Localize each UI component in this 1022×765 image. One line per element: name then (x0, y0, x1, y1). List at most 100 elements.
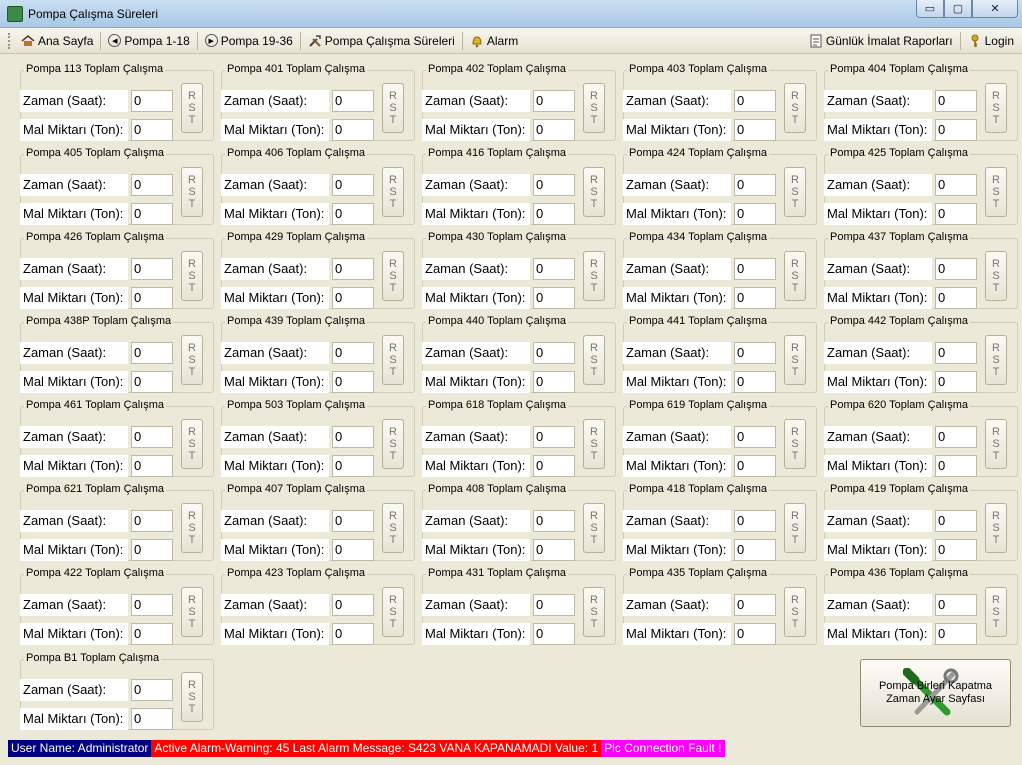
time-value-field[interactable]: 0 (533, 426, 575, 448)
reset-button[interactable]: RST (985, 167, 1007, 217)
time-value-field[interactable]: 0 (935, 174, 977, 196)
minimize-button[interactable]: ▭ (916, 0, 944, 18)
reset-button[interactable]: RST (583, 419, 605, 469)
time-value-field[interactable]: 0 (131, 342, 173, 364)
reset-button[interactable]: RST (784, 167, 806, 217)
amount-value-field[interactable]: 0 (332, 539, 374, 561)
time-value-field[interactable]: 0 (935, 594, 977, 616)
amount-value-field[interactable]: 0 (935, 371, 977, 393)
toolbar-grip[interactable] (8, 32, 11, 49)
reset-button[interactable]: RST (181, 587, 203, 637)
reset-button[interactable]: RST (784, 587, 806, 637)
time-value-field[interactable]: 0 (935, 426, 977, 448)
pompa-1-18-button[interactable]: ◀ Pompa 1-18 (104, 30, 193, 52)
reset-button[interactable]: RST (382, 251, 404, 301)
reset-button[interactable]: RST (181, 251, 203, 301)
amount-value-field[interactable]: 0 (935, 119, 977, 141)
reset-button[interactable]: RST (181, 672, 203, 722)
reset-button[interactable]: RST (181, 167, 203, 217)
time-value-field[interactable]: 0 (734, 174, 776, 196)
amount-value-field[interactable]: 0 (332, 623, 374, 645)
reset-button[interactable]: RST (784, 503, 806, 553)
time-value-field[interactable]: 0 (131, 258, 173, 280)
reset-button[interactable]: RST (583, 251, 605, 301)
amount-value-field[interactable]: 0 (533, 623, 575, 645)
amount-value-field[interactable]: 0 (734, 455, 776, 477)
alarm-button[interactable]: Alarm (466, 30, 522, 52)
reset-button[interactable]: RST (382, 587, 404, 637)
time-value-field[interactable]: 0 (332, 594, 374, 616)
time-value-field[interactable]: 0 (332, 426, 374, 448)
time-value-field[interactable]: 0 (131, 426, 173, 448)
reset-button[interactable]: RST (382, 503, 404, 553)
amount-value-field[interactable]: 0 (533, 371, 575, 393)
amount-value-field[interactable]: 0 (734, 119, 776, 141)
amount-value-field[interactable]: 0 (734, 287, 776, 309)
amount-value-field[interactable]: 0 (332, 287, 374, 309)
amount-value-field[interactable]: 0 (533, 287, 575, 309)
time-value-field[interactable]: 0 (533, 90, 575, 112)
time-value-field[interactable]: 0 (533, 510, 575, 532)
reset-button[interactable]: RST (583, 503, 605, 553)
reset-button[interactable]: RST (784, 251, 806, 301)
time-value-field[interactable]: 0 (131, 510, 173, 532)
reset-button[interactable]: RST (583, 335, 605, 385)
time-value-field[interactable]: 0 (935, 342, 977, 364)
reset-button[interactable]: RST (583, 167, 605, 217)
amount-value-field[interactable]: 0 (734, 371, 776, 393)
amount-value-field[interactable]: 0 (533, 539, 575, 561)
time-value-field[interactable]: 0 (935, 258, 977, 280)
reset-button[interactable]: RST (985, 587, 1007, 637)
amount-value-field[interactable]: 0 (734, 203, 776, 225)
reset-button[interactable]: RST (583, 587, 605, 637)
reset-button[interactable]: RST (784, 419, 806, 469)
reset-button[interactable]: RST (583, 83, 605, 133)
ana-sayfa-button[interactable]: Ana Sayfa (17, 30, 97, 52)
reset-button[interactable]: RST (181, 503, 203, 553)
time-value-field[interactable]: 0 (533, 174, 575, 196)
amount-value-field[interactable]: 0 (533, 119, 575, 141)
time-value-field[interactable]: 0 (734, 510, 776, 532)
reset-button[interactable]: RST (985, 83, 1007, 133)
amount-value-field[interactable]: 0 (131, 203, 173, 225)
time-value-field[interactable]: 0 (131, 90, 173, 112)
time-value-field[interactable]: 0 (935, 510, 977, 532)
time-value-field[interactable]: 0 (332, 258, 374, 280)
time-value-field[interactable]: 0 (734, 90, 776, 112)
amount-value-field[interactable]: 0 (935, 623, 977, 645)
reset-button[interactable]: RST (181, 83, 203, 133)
time-value-field[interactable]: 0 (332, 510, 374, 532)
reset-button[interactable]: RST (382, 83, 404, 133)
amount-value-field[interactable]: 0 (935, 539, 977, 561)
close-button[interactable]: ✕ (972, 0, 1018, 18)
amount-value-field[interactable]: 0 (935, 203, 977, 225)
amount-value-field[interactable]: 0 (131, 371, 173, 393)
amount-value-field[interactable]: 0 (332, 119, 374, 141)
reset-button[interactable]: RST (985, 335, 1007, 385)
time-value-field[interactable]: 0 (734, 342, 776, 364)
amount-value-field[interactable]: 0 (131, 623, 173, 645)
reset-button[interactable]: RST (985, 503, 1007, 553)
amount-value-field[interactable]: 0 (734, 539, 776, 561)
reset-button[interactable]: RST (181, 335, 203, 385)
login-button[interactable]: Login (964, 30, 1018, 52)
amount-value-field[interactable]: 0 (935, 455, 977, 477)
amount-value-field[interactable]: 0 (131, 119, 173, 141)
amount-value-field[interactable]: 0 (533, 455, 575, 477)
amount-value-field[interactable]: 0 (734, 623, 776, 645)
reset-button[interactable]: RST (985, 419, 1007, 469)
amount-value-field[interactable]: 0 (332, 455, 374, 477)
pompa-calisma-sureleri-button[interactable]: Pompa Çalışma Süreleri (304, 30, 459, 52)
time-value-field[interactable]: 0 (533, 342, 575, 364)
reset-button[interactable]: RST (784, 335, 806, 385)
reset-button[interactable]: RST (181, 419, 203, 469)
reset-button[interactable]: RST (784, 83, 806, 133)
time-value-field[interactable]: 0 (935, 90, 977, 112)
pompa-19-36-button[interactable]: ▶ Pompa 19-36 (201, 30, 297, 52)
reset-button[interactable]: RST (382, 167, 404, 217)
amount-value-field[interactable]: 0 (332, 371, 374, 393)
time-value-field[interactable]: 0 (131, 679, 173, 701)
amount-value-field[interactable]: 0 (332, 203, 374, 225)
pompa-kapatma-zaman-ayar-button[interactable]: Pompa Birleri Kapatma Zaman Ayar Sayfası (860, 659, 1011, 727)
time-value-field[interactable]: 0 (734, 426, 776, 448)
